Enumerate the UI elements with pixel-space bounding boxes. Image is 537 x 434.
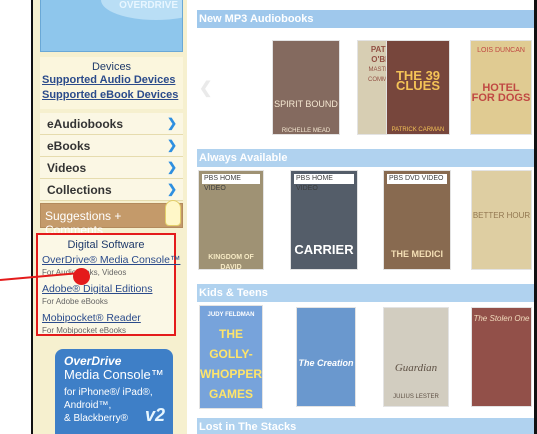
promo-banner[interactable]: OVERDRIVE: [40, 0, 183, 52]
chevron-right-icon: ❯: [166, 160, 177, 174]
book-cover[interactable]: BETTER HOUR: [471, 170, 532, 270]
book-title: THE 39 CLUES: [395, 68, 441, 93]
adobe-digital-editions-link[interactable]: Adobe® Digital Editions: [38, 283, 174, 296]
ad-platform-1: for iPhone®/ iPad®,: [64, 387, 153, 398]
book-title: HOTEL FOR DOGS: [471, 82, 531, 104]
carousel-prev-icon[interactable]: ❮: [199, 78, 212, 98]
publisher-label: PBS HOME VIDEO: [294, 174, 354, 192]
book-title: BETTER HOUR: [472, 211, 531, 220]
chevron-right-icon: ❯: [166, 182, 177, 196]
section-title: Kids & Teens: [197, 284, 534, 302]
book-author: JUDY FELDMAN: [207, 312, 255, 318]
digital-software-header: Digital Software: [67, 239, 145, 251]
nav-item-videos[interactable]: Videos ❯: [40, 157, 183, 179]
book-author: LOIS DUNCAN: [477, 47, 525, 54]
lightbulb-icon: [165, 200, 181, 226]
nav-item-label: eAudiobooks: [47, 117, 124, 131]
supported-audio-devices-link[interactable]: Supported Audio Devices: [40, 73, 183, 88]
section-title: New MP3 Audiobooks: [197, 10, 534, 28]
nav-item-label: Collections: [47, 183, 112, 197]
section-title: Always Available: [197, 149, 534, 167]
dvd-title: CARRIER: [294, 242, 354, 257]
dvd-cover[interactable]: PBS HOME VIDEO CARRIER: [290, 170, 358, 270]
category-nav: eAudiobooks ❯ eBooks ❯ Videos ❯ Collecti…: [40, 113, 183, 201]
callout-marker-icon: [73, 268, 90, 285]
section-lost-in-the-stacks: Lost in The Stacks: [197, 418, 534, 434]
book-cover[interactable]: Guardian JULIUS LESTER: [383, 307, 449, 407]
carousel: ❮ SPIRIT BOUND RICHELLE MEAD PATRICK O'B…: [197, 28, 534, 138]
devices-panel: Devices Supported Audio Devices Supporte…: [40, 57, 183, 109]
page: OVERDRIVE Devices Supported Audio Device…: [0, 0, 537, 434]
book-cover[interactable]: JUDY FELDMAN THE GOLLY-WHOPPER GAMES: [199, 305, 263, 409]
book-title: SPIRIT BOUND: [274, 99, 338, 109]
book-cover[interactable]: The Creation: [296, 307, 356, 407]
book-title: Guardian: [394, 362, 438, 374]
nav-item-eaudiobooks[interactable]: eAudiobooks ❯: [40, 113, 183, 135]
ad-version: v2: [144, 405, 165, 425]
ad-product: Media Console™: [64, 367, 164, 382]
overdrive-media-console-link[interactable]: OverDrive® Media Console™: [38, 254, 180, 267]
book-author: RICHELLE MEAD: [281, 128, 331, 134]
supported-ebook-devices-link[interactable]: Supported eBook Devices: [40, 88, 183, 103]
overdrive-media-console-subtitle: For Audiobooks, Videos: [42, 268, 127, 277]
book-cover[interactable]: SPIRIT BOUND RICHELLE MEAD: [272, 40, 340, 135]
devices-header: Devices: [91, 61, 132, 73]
nav-item-ebooks[interactable]: eBooks ❯: [40, 135, 183, 157]
dvd-cover[interactable]: PBS DVD VIDEO THE MEDICI: [383, 170, 451, 270]
promo-text: OVERDRIVE: [119, 0, 178, 11]
book-title: The Stolen One: [473, 314, 530, 323]
chevron-right-icon: ❯: [166, 138, 177, 152]
dvd-title: KINGDOM OF DAVID: [208, 254, 254, 270]
book-title: THE GOLLY-WHOPPER GAMES: [200, 327, 263, 401]
mobipocket-reader-subtitle: For Mobipocket eBooks: [42, 326, 127, 335]
carousel: ❮ JUDY FELDMAN THE GOLLY-WHOPPER GAMES T…: [197, 302, 534, 414]
book-title: The Creation: [298, 358, 354, 368]
publisher-label: PBS HOME VIDEO: [202, 174, 260, 192]
book-cover[interactable]: The Stolen One: [471, 307, 532, 407]
publisher-label: PBS DVD VIDEO: [387, 174, 447, 184]
section-title: Lost in The Stacks: [197, 418, 534, 434]
nav-item-label: Videos: [47, 161, 87, 175]
suggestions-comments-button[interactable]: Suggestions + Comments: [40, 203, 183, 237]
nav-item-label: eBooks: [47, 139, 91, 153]
section-always-available: Always Available ❮ PBS HOME VIDEO KINGDO…: [197, 149, 534, 279]
adobe-digital-editions-subtitle: For Adobe eBooks: [42, 297, 108, 306]
dvd-title: THE MEDICI: [390, 249, 443, 259]
book-cover[interactable]: LOIS DUNCAN HOTEL FOR DOGS: [470, 40, 532, 135]
section-new-mp3-audiobooks: New MP3 Audiobooks ❮ SPIRIT BOUND RICHEL…: [197, 10, 534, 138]
section-kids-teens: Kids & Teens ❮ JUDY FELDMAN THE GOLLY-WH…: [197, 284, 534, 414]
carousel: ❮ PBS HOME VIDEO KINGDOM OF DAVID PBS HO…: [197, 167, 534, 279]
dvd-cover[interactable]: PBS HOME VIDEO KINGDOM OF DAVID: [198, 170, 264, 270]
book-author: PATRICK CARMAN: [391, 127, 445, 133]
book-author: JULIUS LESTER: [393, 394, 439, 400]
chevron-right-icon: ❯: [166, 116, 177, 130]
mobipocket-reader-link[interactable]: Mobipocket® Reader: [38, 312, 174, 325]
book-cover[interactable]: THE 39 CLUES PATRICK CARMAN: [386, 40, 450, 135]
digital-software-panel: Digital Software OverDrive® Media Consol…: [36, 233, 180, 336]
nav-item-collections[interactable]: Collections ❯: [40, 179, 183, 201]
overdrive-media-console-ad[interactable]: OverDrive Media Console™ for iPhone®/ iP…: [55, 349, 173, 434]
ad-brand: OverDrive: [64, 354, 122, 368]
